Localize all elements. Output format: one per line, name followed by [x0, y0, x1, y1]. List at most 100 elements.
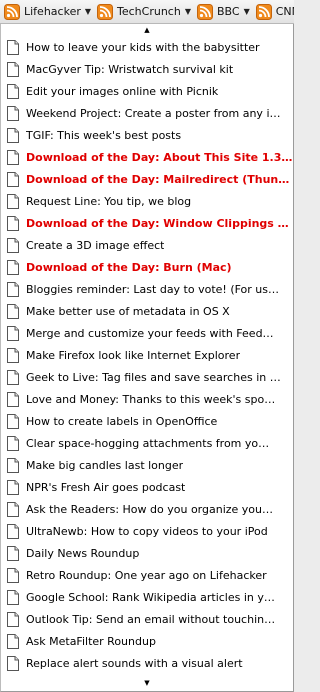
feed-item[interactable]: Make Firefox look like Internet Explorer [1, 344, 293, 366]
document-icon [7, 171, 19, 187]
document-icon [7, 633, 19, 649]
feed-item-title: Google School: Rank Wikipedia articles i… [26, 590, 275, 604]
feed-bookmark-lifehacker[interactable]: Lifehacker ▼ [0, 0, 93, 23]
feed-item[interactable]: Download of the Day: Window Clippings … [1, 212, 293, 234]
feed-item-title: Request Line: You tip, we blog [26, 194, 192, 208]
document-icon [7, 347, 19, 363]
rss-feed-icon [196, 3, 213, 20]
document-icon [7, 303, 19, 319]
chevron-down-icon: ▼ [184, 7, 191, 16]
document-icon [7, 413, 19, 429]
scroll-down-arrow[interactable]: ▼ [1, 677, 293, 689]
feed-item-title: Outlook Tip: Send an email without touch… [26, 612, 276, 626]
feed-item[interactable]: Create a 3D image effect [1, 234, 293, 256]
document-icon [7, 567, 19, 583]
feed-item-title: Download of the Day: Mailredirect (Thun… [26, 172, 290, 186]
feed-dropdown-menu: ▲ How to leave your kids with the babysi… [0, 24, 294, 692]
feed-item-title: TGIF: This week's best posts [26, 128, 182, 142]
feed-item-title: Download of the Day: About This Site 1.3… [26, 150, 293, 164]
chevron-down-icon: ▼ [84, 7, 92, 16]
feed-item[interactable]: Ask MetaFilter Roundup [1, 630, 293, 652]
feed-item-title: Download of the Day: Window Clippings … [26, 216, 289, 230]
feed-item[interactable]: Love and Money: Thanks to this week's sp… [1, 388, 293, 410]
feed-item[interactable]: Download of the Day: Mailredirect (Thun… [1, 168, 293, 190]
feed-item[interactable]: Retro Roundup: One year ago on Lifehacke… [1, 564, 293, 586]
feed-item[interactable]: Clear space-hogging attachments from yo… [1, 432, 293, 454]
document-icon [7, 479, 19, 495]
feed-item-title: Make big candles last longer [26, 458, 184, 472]
feed-item-title: Ask the Readers: How do you organize you… [26, 502, 274, 516]
feed-item[interactable]: Replace alert sounds with a visual alert [1, 652, 293, 674]
rss-feed-icon [4, 3, 20, 20]
feed-bookmark-cnn[interactable]: CNN ▼ [252, 0, 294, 23]
document-icon [7, 215, 19, 231]
bookmarks-toolbar: Lifehacker ▼ TechCrunch ▼ BBC ▼ CNN ▼ [0, 0, 294, 24]
feed-item[interactable]: Download of the Day: About This Site 1.3… [1, 146, 293, 168]
document-icon [7, 193, 19, 209]
document-icon [7, 105, 19, 121]
feed-item[interactable]: MacGyver Tip: Wristwatch survival kit [1, 58, 293, 80]
feed-item[interactable]: How to create labels in OpenOffice [1, 410, 293, 432]
feed-item-title: Geek to Live: Tag files and save searche… [26, 370, 281, 384]
feed-item[interactable]: Request Line: You tip, we blog [1, 190, 293, 212]
document-icon [7, 523, 19, 539]
feed-item[interactable]: Make better use of metadata in OS X [1, 300, 293, 322]
document-icon [7, 457, 19, 473]
rss-feed-icon [255, 3, 272, 20]
document-icon [7, 39, 19, 55]
feed-item-title: Edit your images online with Picnik [26, 84, 219, 98]
document-icon [7, 391, 19, 407]
feed-bookmark-label: BBC [216, 5, 240, 18]
feed-bookmark-label: CNN [275, 5, 294, 18]
feed-item[interactable]: UltraNewb: How to copy videos to your iP… [1, 520, 293, 542]
feed-item-title: UltraNewb: How to copy videos to your iP… [26, 524, 268, 538]
feed-item[interactable]: Daily News Roundup [1, 542, 293, 564]
feed-bookmark-bbc[interactable]: BBC ▼ [193, 0, 252, 23]
feed-item-title: Love and Money: Thanks to this week's sp… [26, 392, 276, 406]
feed-item-title: Merge and customize your feeds with Feed… [26, 326, 274, 340]
feed-item-title: Weekend Project: Create a poster from an… [26, 106, 281, 120]
feed-item-list: How to leave your kids with the babysitt… [1, 36, 293, 674]
document-icon [7, 259, 19, 275]
feed-item-title: MacGyver Tip: Wristwatch survival kit [26, 62, 234, 76]
feed-bookmark-label: Lifehacker [24, 5, 81, 18]
chevron-down-icon: ▼ [243, 7, 250, 16]
feed-item[interactable]: Google School: Rank Wikipedia articles i… [1, 586, 293, 608]
feed-item[interactable]: Geek to Live: Tag files and save searche… [1, 366, 293, 388]
document-icon [7, 237, 19, 253]
feed-item[interactable]: Merge and customize your feeds with Feed… [1, 322, 293, 344]
feed-item[interactable]: NPR's Fresh Air goes podcast [1, 476, 293, 498]
document-icon [7, 435, 19, 451]
feed-item[interactable]: Ask the Readers: How do you organize you… [1, 498, 293, 520]
document-icon [7, 545, 19, 561]
feed-item-title: Download of the Day: Burn (Mac) [26, 260, 232, 274]
feed-bookmark-techcrunch[interactable]: TechCrunch ▼ [93, 0, 193, 23]
feed-item-title: Retro Roundup: One year ago on Lifehacke… [26, 568, 267, 582]
feed-item-title: Ask MetaFilter Roundup [26, 634, 156, 648]
document-icon [7, 655, 19, 671]
feed-item-title: Clear space-hogging attachments from yo… [26, 436, 270, 450]
feed-item[interactable]: Edit your images online with Picnik [1, 80, 293, 102]
scroll-up-arrow[interactable]: ▲ [1, 24, 293, 36]
feed-item-title: Make Firefox look like Internet Explorer [26, 348, 241, 362]
document-icon [7, 501, 19, 517]
feed-item[interactable]: Make big candles last longer [1, 454, 293, 476]
feed-item-title: Make better use of metadata in OS X [26, 304, 230, 318]
document-icon [7, 61, 19, 77]
rss-feed-icon [97, 3, 114, 20]
document-icon [7, 83, 19, 99]
feed-item[interactable]: Outlook Tip: Send an email without touch… [1, 608, 293, 630]
feed-item[interactable]: Weekend Project: Create a poster from an… [1, 102, 293, 124]
feed-item-title: Create a 3D image effect [26, 238, 165, 252]
document-icon [7, 369, 19, 385]
feed-item[interactable]: Download of the Day: Burn (Mac) [1, 256, 293, 278]
feed-item[interactable]: How to leave your kids with the babysitt… [1, 36, 293, 58]
document-icon [7, 325, 19, 341]
document-icon [7, 589, 19, 605]
feed-item[interactable]: Bloggies reminder: Last day to vote! (Fo… [1, 278, 293, 300]
feed-item[interactable]: TGIF: This week's best posts [1, 124, 293, 146]
feed-item-title: Bloggies reminder: Last day to vote! (Fo… [26, 282, 280, 296]
document-icon [7, 127, 19, 143]
feed-item-title: Daily News Roundup [26, 546, 140, 560]
feed-item-title: How to create labels in OpenOffice [26, 414, 218, 428]
